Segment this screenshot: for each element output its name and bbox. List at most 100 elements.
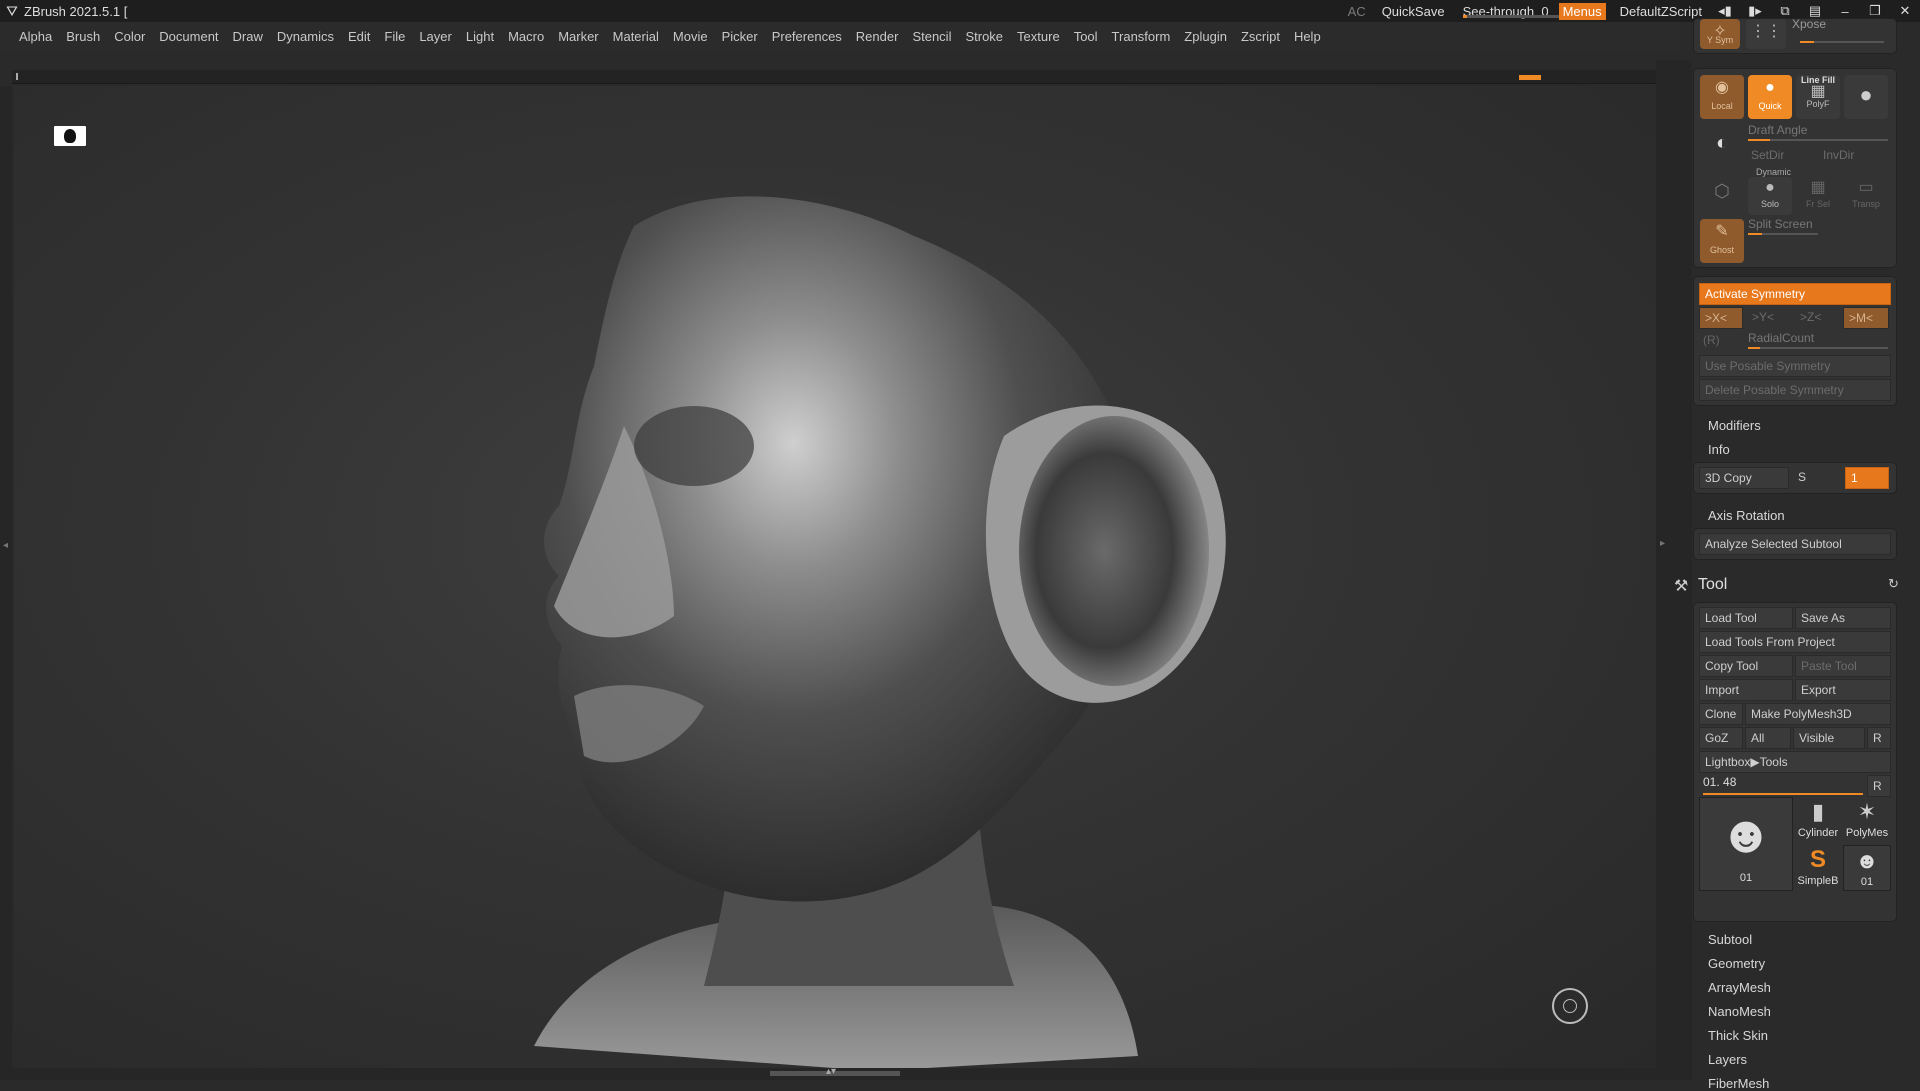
radial-r-toggle[interactable]: (R): [1703, 333, 1720, 347]
load-tools-from-project-button[interactable]: Load Tools From Project: [1699, 631, 1891, 653]
quick-button[interactable]: ● Quick: [1748, 75, 1792, 119]
menu-edit[interactable]: Edit: [341, 29, 377, 44]
menu-file[interactable]: File: [377, 29, 412, 44]
contrast-toggle-icon[interactable]: ◐: [1700, 125, 1744, 161]
menu-zplugin[interactable]: Zplugin: [1177, 29, 1234, 44]
tool-thumb-cylinder[interactable]: ▮ Cylinder: [1795, 797, 1841, 843]
timeline-track[interactable]: [12, 70, 1656, 84]
local-button[interactable]: ◉ Local: [1700, 75, 1744, 119]
make-polymesh3d-button[interactable]: Make PolyMesh3D: [1745, 703, 1891, 725]
current-tool-slider[interactable]: [1703, 793, 1863, 795]
bottom-tray-arrows-icon[interactable]: ▴▾: [826, 1066, 836, 1077]
left-tray-gutter[interactable]: ◂: [0, 86, 12, 1068]
invdir-button[interactable]: InvDir: [1818, 145, 1888, 167]
thick-skin-section[interactable]: Thick Skin: [1708, 1028, 1768, 1043]
sym-m-button[interactable]: >M<: [1843, 307, 1889, 329]
sculpted-head-model[interactable]: [14, 86, 1656, 1068]
gizmo-circle-icon[interactable]: [1552, 988, 1588, 1024]
frsel-button[interactable]: ▦ Fr Sel: [1796, 177, 1840, 215]
export-button[interactable]: Export: [1795, 679, 1891, 701]
menu-stroke[interactable]: Stroke: [958, 29, 1010, 44]
copy-tool-button[interactable]: Copy Tool: [1699, 655, 1793, 677]
split-screen-slider[interactable]: [1748, 233, 1818, 235]
expand-left-tray-icon[interactable]: ◂: [3, 540, 8, 551]
analyze-subtool-button[interactable]: Analyze Selected Subtool: [1699, 533, 1891, 555]
modifiers-section[interactable]: Modifiers: [1708, 418, 1761, 433]
sym-y-button[interactable]: >Y<: [1747, 307, 1791, 329]
import-button[interactable]: Import: [1699, 679, 1793, 701]
menu-tool[interactable]: Tool: [1067, 29, 1105, 44]
menu-macro[interactable]: Macro: [501, 29, 551, 44]
menu-marker[interactable]: Marker: [551, 29, 605, 44]
clone-button[interactable]: Clone: [1699, 703, 1743, 725]
menu-help[interactable]: Help: [1287, 29, 1328, 44]
layers-section[interactable]: Layers: [1708, 1052, 1747, 1067]
menu-color[interactable]: Color: [107, 29, 152, 44]
minimize-icon[interactable]: –: [1830, 4, 1860, 19]
goz-all-button[interactable]: All: [1745, 727, 1791, 749]
menu-draw[interactable]: Draw: [226, 29, 270, 44]
setdir-button[interactable]: SetDir: [1746, 145, 1814, 167]
bottom-tray-gutter[interactable]: ▴▾: [0, 1066, 1690, 1080]
restore-icon[interactable]: ❐: [1860, 3, 1890, 19]
default-zscript-button[interactable]: DefaultZScript: [1612, 4, 1710, 19]
menus-toggle-button[interactable]: Menus: [1558, 2, 1606, 20]
copy3d-button[interactable]: 3D Copy: [1699, 467, 1789, 489]
ac-button[interactable]: AC: [1340, 4, 1374, 19]
draft-angle-slider[interactable]: [1748, 139, 1888, 141]
layout-prev-icon[interactable]: ◂▮: [1710, 3, 1740, 19]
lightbox-tools-button[interactable]: Lightbox▶Tools: [1699, 751, 1891, 773]
menu-brush[interactable]: Brush: [59, 29, 107, 44]
menu-dynamics[interactable]: Dynamics: [270, 29, 341, 44]
linefill-polyf-button[interactable]: Line Fill ▦ PolyF: [1796, 75, 1840, 119]
info-section[interactable]: Info: [1708, 442, 1730, 457]
collapse-right-tray-icon[interactable]: ▸: [1660, 538, 1665, 549]
menu-material[interactable]: Material: [606, 29, 666, 44]
current-tool-r-button[interactable]: R: [1867, 775, 1891, 797]
xpose-slider[interactable]: [1800, 41, 1884, 43]
save-as-button[interactable]: Save As: [1795, 607, 1891, 629]
menu-zscript[interactable]: Zscript: [1234, 29, 1287, 44]
menu-document[interactable]: Document: [152, 29, 225, 44]
right-tray-gutter[interactable]: ▸: [1656, 60, 1692, 1080]
perspective-thumbnail-icon[interactable]: [54, 126, 86, 146]
nanomesh-section[interactable]: NanoMesh: [1708, 1004, 1771, 1019]
menu-render[interactable]: Render: [849, 29, 906, 44]
delete-posable-symmetry-button[interactable]: Delete Posable Symmetry: [1699, 379, 1891, 401]
arraymesh-section[interactable]: ArrayMesh: [1708, 980, 1771, 995]
timeline-current-marker[interactable]: [1519, 75, 1541, 80]
subtool-section[interactable]: Subtool: [1708, 932, 1752, 947]
menu-light[interactable]: Light: [459, 29, 501, 44]
xpose-icon-button[interactable]: ⋮⋮: [1746, 19, 1786, 49]
copy3d-value-input[interactable]: 1: [1845, 467, 1889, 489]
menu-alpha[interactable]: Alpha: [12, 29, 59, 44]
activate-symmetry-button[interactable]: Activate Symmetry: [1699, 283, 1891, 305]
sym-x-button[interactable]: >X<: [1699, 307, 1743, 329]
geometry-section[interactable]: Geometry: [1708, 956, 1765, 971]
menu-movie[interactable]: Movie: [666, 29, 715, 44]
material-sphere-icon[interactable]: ●: [1844, 75, 1888, 119]
tool-thumb-simpleb[interactable]: S SimpleB: [1795, 845, 1841, 891]
tool-pin-icon[interactable]: ⚒: [1674, 576, 1688, 596]
menu-transform[interactable]: Transform: [1105, 29, 1178, 44]
close-icon[interactable]: ✕: [1890, 3, 1920, 19]
tool-reset-icon[interactable]: ↻: [1888, 576, 1899, 592]
fibermesh-section[interactable]: FiberMesh: [1708, 1076, 1769, 1091]
menu-texture[interactable]: Texture: [1010, 29, 1067, 44]
tool-palette-header[interactable]: ⚒ Tool ↻: [1674, 574, 1920, 598]
quicksave-button[interactable]: QuickSave: [1374, 4, 1453, 19]
use-posable-symmetry-button[interactable]: Use Posable Symmetry: [1699, 355, 1891, 377]
ghost-button[interactable]: ✎ Ghost: [1700, 219, 1744, 263]
tool-thumb-small[interactable]: ☻ 01: [1843, 845, 1891, 891]
goz-r-button[interactable]: R: [1867, 727, 1891, 749]
tool-thumb-main[interactable]: ☻ 01: [1699, 797, 1793, 891]
menu-layer[interactable]: Layer: [412, 29, 459, 44]
menu-picker[interactable]: Picker: [715, 29, 765, 44]
sym-z-button[interactable]: >Z<: [1795, 307, 1839, 329]
canvas-viewport[interactable]: [14, 86, 1656, 1068]
transp-button[interactable]: ▭ Transp: [1844, 177, 1888, 215]
radial-count-slider[interactable]: [1748, 347, 1888, 349]
paste-tool-button[interactable]: Paste Tool: [1795, 655, 1891, 677]
axis-rotation-section[interactable]: Axis Rotation: [1708, 508, 1785, 523]
cube-icon[interactable]: ⬡: [1700, 169, 1744, 213]
